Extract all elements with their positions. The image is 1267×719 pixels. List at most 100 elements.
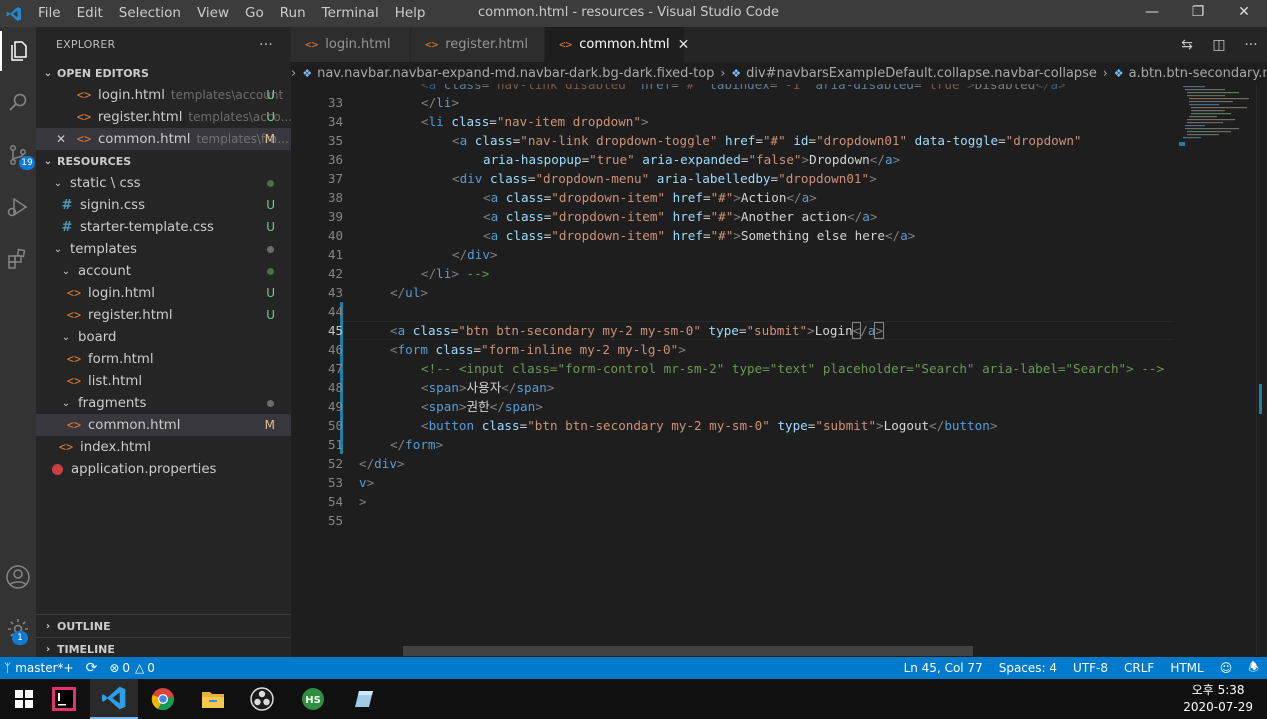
horizontal-scrollbar[interactable] <box>403 646 973 656</box>
menu-file[interactable]: File <box>30 0 69 27</box>
line-number: 33 <box>327 95 343 110</box>
source-control-icon[interactable]: 19 <box>0 135 36 175</box>
tab-register[interactable]: <> register.html <box>411 27 545 62</box>
outline-section[interactable]: › OUTLINE <box>36 614 291 637</box>
extensions-icon[interactable] <box>0 239 36 279</box>
close-editor-icon[interactable]: ✕ <box>56 132 70 146</box>
code-line: > <box>359 494 367 509</box>
chevron-right-icon: › <box>45 643 51 655</box>
error-count: 0 <box>122 661 131 675</box>
sync-button[interactable]: ⟳ <box>80 657 104 679</box>
restore-icon[interactable]: ❐ <box>1175 0 1221 27</box>
system-clock[interactable]: 오후 5:38 2020-07-29 <box>1183 682 1253 716</box>
open-editor-item[interactable]: <> register.html templates\acco... U <box>36 106 291 128</box>
settings-badge: 1 <box>12 631 28 645</box>
indentation[interactable]: Spaces: 4 <box>991 657 1065 679</box>
tree-file[interactable]: <> register.html U <box>36 304 291 326</box>
file-name: starter-template.css <box>80 219 214 235</box>
chevron-right-icon: › <box>1102 66 1108 80</box>
branch-indicator[interactable]: ᛉ master*+ <box>0 657 80 679</box>
open-editor-item-active[interactable]: ✕ <> common.html templates\fra... M <box>36 128 291 150</box>
more-actions-icon[interactable]: ··· <box>259 37 273 53</box>
tree-file[interactable]: # signin.css U <box>36 194 291 216</box>
run-debug-icon[interactable] <box>0 187 36 227</box>
tree-file-selected[interactable]: <> common.html M <box>36 414 291 436</box>
file-explorer-icon[interactable] <box>189 679 237 719</box>
activity-bar: 19 1 <box>0 27 36 657</box>
minimize-icon[interactable]: — <box>1129 0 1175 27</box>
menu-terminal[interactable]: Terminal <box>314 0 387 27</box>
file-name: application.properties <box>71 461 217 477</box>
compare-changes-icon[interactable]: ⇆ <box>1171 37 1203 53</box>
timeline-label: TIMELINE <box>57 642 115 656</box>
chrome-icon[interactable] <box>139 679 187 719</box>
open-editor-item[interactable]: <> login.html templates\account U <box>36 84 291 106</box>
menu-help[interactable]: Help <box>387 0 434 27</box>
breadcrumb-item[interactable]: div#navbarsExampleDefault.collapse.navba… <box>746 66 1097 81</box>
error-icon: ⊗ <box>109 661 120 675</box>
tree-folder[interactable]: ⌄ account <box>36 260 291 282</box>
tree-file[interactable]: <> list.html <box>36 370 291 392</box>
language-mode[interactable]: HTML <box>1162 657 1211 679</box>
line-ending[interactable]: CRLF <box>1116 657 1162 679</box>
tree-folder[interactable]: ⌄ fragments <box>36 392 291 414</box>
more-actions-icon[interactable]: ··· <box>1235 37 1267 53</box>
search-icon[interactable] <box>0 83 36 123</box>
account-icon[interactable] <box>0 557 36 597</box>
tree-file[interactable]: <> login.html U <box>36 282 291 304</box>
explorer-sidebar: EXPLORER ··· ⌄ OPEN EDITORS <> login.htm… <box>36 27 291 657</box>
tree-file[interactable]: application.properties <box>36 458 291 480</box>
obs-icon[interactable] <box>238 679 286 719</box>
menu-view[interactable]: View <box>189 0 237 27</box>
tab-common[interactable]: <> common.html ✕ <box>545 27 689 62</box>
code-line: <form class="form-inline my-2 my-lg-0"> <box>390 342 686 357</box>
open-editor-name: login.html <box>98 87 165 103</box>
notes-app-icon[interactable] <box>339 679 387 719</box>
minimap[interactable] <box>1177 84 1259 164</box>
code-editor[interactable]: 33 34 35 36 37 38 39 40 41 42 43 44 45 46 47 48 49 50 51 52… <box>291 84 1267 657</box>
menu-edit[interactable]: Edit <box>69 0 111 27</box>
vertical-scrollbar[interactable] <box>1256 84 1267 657</box>
css-file-icon: # <box>61 197 73 213</box>
open-editors-section[interactable]: ⌄ OPEN EDITORS <box>36 62 291 84</box>
chevron-down-icon: ⌄ <box>61 397 71 409</box>
branch-name: master*+ <box>15 661 74 675</box>
vscode-logo-icon <box>2 0 26 27</box>
feedback-icon[interactable]: ☺ <box>1212 657 1241 679</box>
tree-folder[interactable]: ⌄ static \ css <box>36 172 291 194</box>
explorer-header: EXPLORER ··· <box>36 27 291 62</box>
code-line: <button class="btn btn-secondary my-2 my… <box>421 418 998 433</box>
html-file-icon: <> <box>66 352 82 366</box>
close-tab-icon[interactable]: ✕ <box>678 37 690 53</box>
tree-file[interactable]: <> form.html <box>36 348 291 370</box>
problems-indicator[interactable]: ⊗ 0 △ 0 <box>103 657 161 679</box>
explorer-icon[interactable] <box>0 31 36 71</box>
tree-folder[interactable]: ⌄ templates <box>36 238 291 260</box>
settings-gear-icon[interactable]: 1 <box>0 609 36 649</box>
resources-section[interactable]: ⌄ RESOURCES <box>36 150 291 172</box>
menu-selection[interactable]: Selection <box>111 0 189 27</box>
tree-folder[interactable]: ⌄ board <box>36 326 291 348</box>
intellij-icon[interactable] <box>40 679 88 719</box>
tree-file[interactable]: <> index.html <box>36 436 291 458</box>
breadcrumb: › ❖ nav.navbar.navbar-expand-md.navbar-d… <box>291 62 1267 84</box>
breadcrumb-item[interactable]: nav.navbar.navbar-expand-md.navbar-dark.… <box>317 66 714 81</box>
code-line: <!-- <input class="form-control mr-sm-2"… <box>421 361 1165 376</box>
vscode-taskbar-icon[interactable] <box>90 679 138 719</box>
title-bar: File Edit Selection View Go Run Terminal… <box>0 0 1267 27</box>
menu-run[interactable]: Run <box>272 0 314 27</box>
close-window-icon[interactable]: ✕ <box>1221 0 1267 27</box>
split-editor-icon[interactable]: ◫ <box>1203 37 1235 53</box>
menu-go[interactable]: Go <box>237 0 272 27</box>
line-number: 49 <box>327 399 343 414</box>
folder-name: account <box>78 263 131 279</box>
breadcrumb-item[interactable]: a.btn.btn-secondary.my-2.my-sm-0 <box>1129 66 1267 81</box>
notifications-bell-icon[interactable]: 🕭 <box>1240 657 1267 679</box>
file-name: form.html <box>88 351 154 367</box>
encoding[interactable]: UTF-8 <box>1065 657 1116 679</box>
code-line: <li class="nav-item dropdown"> <box>421 114 649 129</box>
heidisql-icon[interactable]: HS <box>289 679 337 719</box>
cursor-position[interactable]: Ln 45, Col 77 <box>896 657 991 679</box>
tab-login[interactable]: <> login.html <box>291 27 411 62</box>
tree-file[interactable]: # starter-template.css U <box>36 216 291 238</box>
